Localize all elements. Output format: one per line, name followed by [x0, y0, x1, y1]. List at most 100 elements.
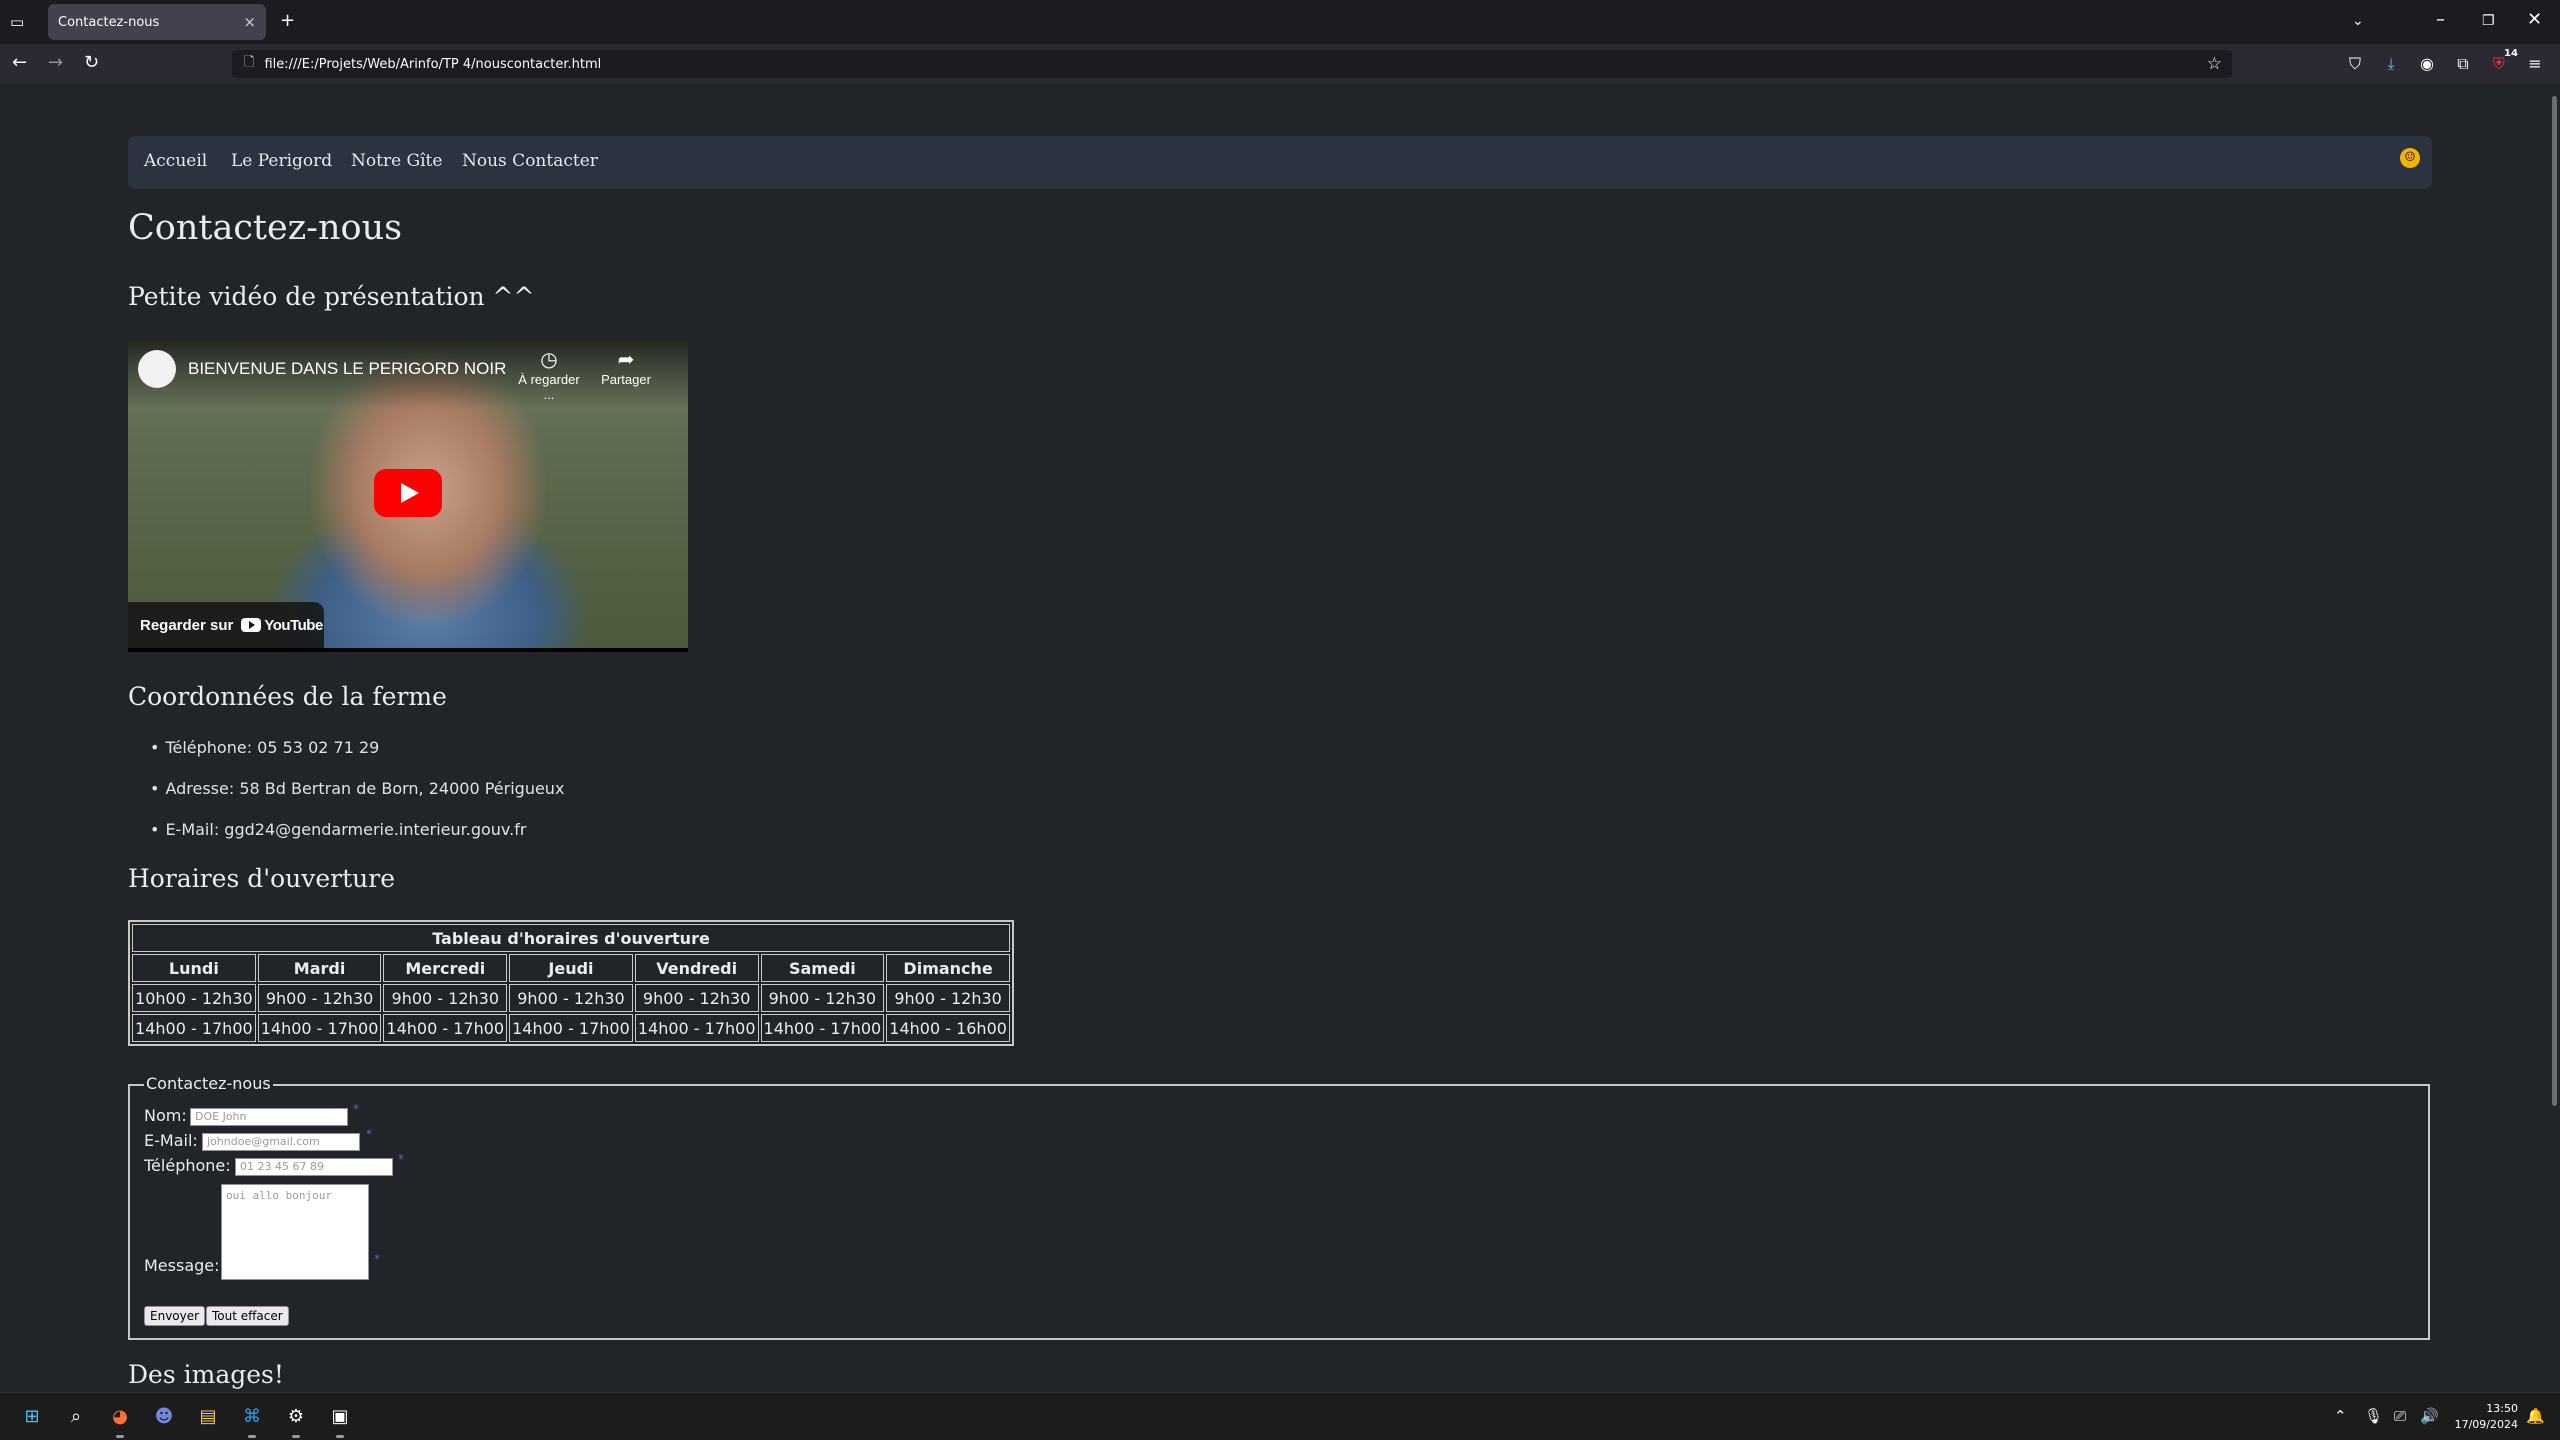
volume-icon[interactable]: 🔊 — [2420, 1407, 2439, 1425]
system-clock[interactable]: 13:50 17/09/2024 — [2455, 1401, 2518, 1433]
downloads-icon[interactable]: ⤓ — [2380, 53, 2402, 75]
back-icon[interactable]: ← — [12, 53, 27, 73]
day-header: Jeudi — [509, 954, 633, 982]
day-header: Mercredi — [383, 954, 508, 982]
tray-overflow-icon[interactable]: ⌃ — [2334, 1407, 2347, 1425]
required-mark: * — [398, 1152, 404, 1166]
hours-cell: 14h00 - 17h00 — [760, 1014, 885, 1042]
images-heading: Des images! — [128, 1360, 284, 1389]
list-all-tabs-icon[interactable]: ⌄ — [2352, 11, 2364, 31]
running-indicator — [292, 1435, 300, 1438]
phone-text: Téléphone: 05 53 02 71 29 — [165, 738, 380, 757]
watch-on-youtube-button[interactable]: Regarder sur YouTube — [128, 602, 324, 648]
hours-cell: 14h00 - 16h00 — [886, 1014, 1010, 1042]
clock-time: 13:50 — [2486, 1402, 2518, 1415]
pocket-icon[interactable]: ⛉ — [2344, 53, 2366, 75]
afternoon-row: 14h00 - 17h00 14h00 - 17h00 14h00 - 17h0… — [132, 1014, 1010, 1042]
running-indicator — [336, 1435, 344, 1438]
required-mark: * — [353, 1102, 359, 1116]
morning-row: 10h00 - 12h30 9h00 - 12h30 9h00 - 12h30 … — [132, 984, 1010, 1012]
account-icon[interactable]: ◉ — [2416, 53, 2438, 75]
hours-cell: 9h00 - 12h30 — [634, 984, 759, 1012]
network-icon[interactable]: ⎚ — [2394, 1407, 2406, 1425]
hours-cell: 9h00 - 12h30 — [383, 984, 508, 1012]
email-input[interactable]: johndoe@gmail.com — [202, 1133, 360, 1151]
vscode-icon[interactable]: ⌘ — [240, 1405, 264, 1429]
terminal-icon[interactable]: ▣ — [328, 1405, 352, 1429]
day-header: Mardi — [257, 954, 382, 982]
watch-on-label: Regarder sur — [140, 616, 234, 634]
coords-heading: Coordonnées de la ferme — [128, 682, 447, 711]
clock-date: 17/09/2024 — [2454, 1418, 2518, 1431]
bookmark-star-icon[interactable]: ☆ — [2207, 54, 2222, 74]
contact-email: • E-Mail: ggd24@gendarmerie.interieur.gou… — [150, 820, 526, 839]
page-title: Contactez-nous — [128, 208, 403, 248]
phone-label: Téléphone: — [144, 1156, 231, 1175]
hours-cell: 14h00 - 17h00 — [634, 1014, 759, 1042]
url-bar[interactable]: 🗋 file:///E:/Projets/Web/Arinfo/TP 4/nou… — [232, 50, 2232, 78]
watch-later-button[interactable]: ◷ À regarder ... — [514, 348, 584, 402]
submit-button[interactable]: Envoyer — [144, 1306, 206, 1326]
reset-button[interactable]: Tout effacer — [206, 1306, 289, 1326]
extensions-icon[interactable]: ⧉ — [2452, 53, 2474, 75]
name-label: Nom: — [144, 1106, 187, 1125]
hours-cell: 9h00 - 12h30 — [760, 984, 885, 1012]
main-navbar: Accueil Le Perigord Notre Gîte Nous Cont… — [128, 136, 2432, 189]
play-button[interactable] — [374, 469, 442, 517]
address-text: Adresse: 58 Bd Bertran de Born, 24000 Pé… — [165, 779, 565, 798]
required-mark: * — [366, 1127, 372, 1141]
nav-link-accueil[interactable]: Accueil — [144, 151, 207, 171]
tab-contactez-nous[interactable]: Contactez-nous × — [48, 4, 266, 40]
file-explorer-icon[interactable]: ▤ — [196, 1405, 220, 1429]
contact-address: • Adresse: 58 Bd Bertran de Born, 24000 P… — [150, 779, 564, 798]
firefox-icon[interactable]: ◕ — [108, 1405, 132, 1429]
share-button[interactable]: ➦ Partager — [591, 348, 661, 387]
bullet: • — [150, 820, 160, 839]
message-label: Message: — [144, 1256, 220, 1275]
hours-cell: 14h00 - 17h00 — [132, 1014, 256, 1042]
youtube-wordmark: YouTube — [264, 616, 323, 634]
new-tab-button[interactable]: + — [280, 11, 295, 31]
youtube-embed[interactable]: BIENVENUE DANS LE PERIGORD NOIR ◷ À rega… — [128, 338, 688, 652]
nav-link-perigord[interactable]: Le Perigord — [231, 151, 332, 171]
phone-input[interactable]: 01 23 45 67 89 — [235, 1158, 393, 1176]
share-label: Partager — [601, 372, 651, 387]
menu-icon[interactable]: ≡ — [2524, 53, 2546, 75]
hours-cell: 9h00 - 12h30 — [509, 984, 633, 1012]
nav-link-gite[interactable]: Notre Gîte — [351, 151, 442, 171]
start-icon[interactable]: ⊞ — [20, 1405, 44, 1429]
microphone-icon[interactable]: 🎙 — [2364, 1407, 2383, 1425]
reload-icon[interactable]: ↻ — [84, 53, 99, 73]
close-tab-icon[interactable]: × — [243, 13, 256, 31]
bullet: • — [150, 738, 160, 757]
url-text: file:///E:/Projets/Web/Arinfo/TP 4/nousc… — [264, 56, 602, 72]
message-textarea[interactable]: oui allo bonjour — [221, 1184, 369, 1280]
notification-icon[interactable]: 🔔 — [2526, 1407, 2545, 1425]
video-title[interactable]: BIENVENUE DANS LE PERIGORD NOIR — [188, 359, 506, 379]
share-icon: ➦ — [617, 349, 635, 371]
nav-link-contact[interactable]: Nous Contacter — [462, 151, 598, 171]
day-header: Dimanche — [886, 954, 1010, 982]
search-icon[interactable]: ⌕ — [64, 1405, 88, 1429]
discord-icon[interactable]: ☻ — [152, 1405, 176, 1429]
page-scrollbar[interactable] — [2552, 96, 2557, 1106]
hours-cell: 14h00 - 17h00 — [257, 1014, 382, 1042]
close-window-icon[interactable]: ✕ — [2527, 10, 2542, 30]
forward-icon[interactable]: → — [48, 53, 63, 73]
page-icon: 🗋 — [244, 55, 255, 70]
steam-icon[interactable]: ⚙ — [284, 1405, 308, 1429]
youtube-play-icon — [241, 618, 262, 632]
name-input[interactable]: DOE John — [190, 1108, 348, 1126]
required-mark: * — [374, 1252, 380, 1266]
hours-cell: 14h00 - 17h00 — [383, 1014, 508, 1042]
channel-logo[interactable] — [138, 350, 176, 388]
contact-form — [128, 1084, 2430, 1340]
restore-icon[interactable]: ❐ — [2482, 11, 2495, 31]
page-content: Accueil Le Perigord Notre Gîte Nous Cont… — [0, 84, 2560, 1392]
minimize-icon[interactable]: – — [2436, 10, 2445, 30]
running-indicator — [248, 1435, 256, 1438]
tab-overview-icon[interactable]: ▭ — [10, 12, 24, 32]
hours-cell: 14h00 - 17h00 — [509, 1014, 633, 1042]
video-heading: Petite vidéo de présentation ^^ — [128, 282, 535, 311]
theme-emoji-icon[interactable]: ☺ — [2400, 148, 2420, 168]
